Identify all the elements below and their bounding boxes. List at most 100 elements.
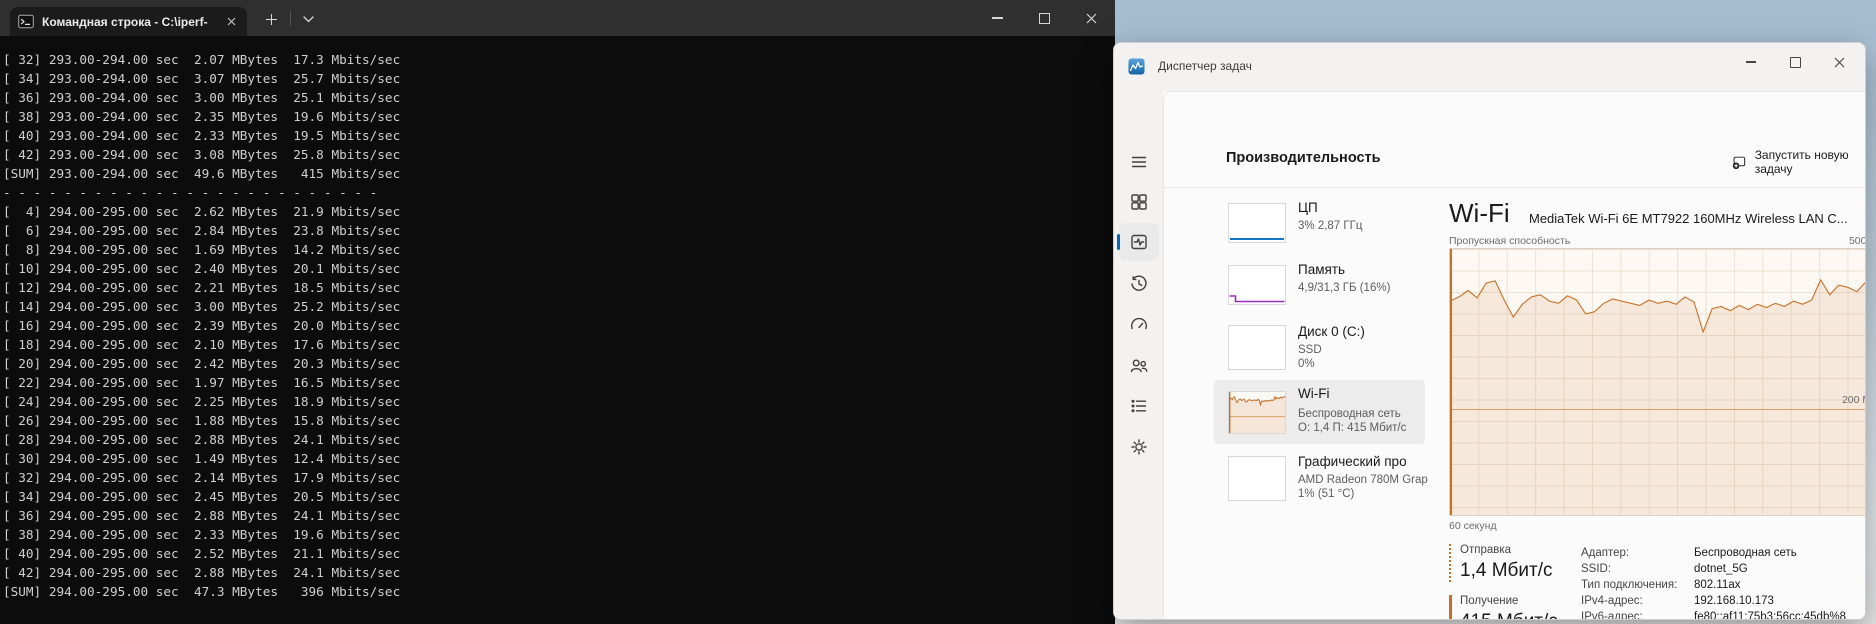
- tabbar-divider: [290, 11, 291, 26]
- taskman-titlebar[interactable]: Диспетчер задач: [1114, 43, 1865, 91]
- wifi-card-thumbnail[interactable]: [1228, 391, 1286, 434]
- terminal-line: [ 42] 294.00-295.00 sec 2.88 MBytes 24.1…: [3, 565, 401, 580]
- terminal-line: [ 10] 294.00-295.00 sec 2.40 MBytes 20.1…: [3, 261, 401, 276]
- taskman-main-panel: Производительность Запустить новую задач…: [1163, 91, 1865, 619]
- detail-value: fe80::af11:75b3:56cc:45db%8: [1694, 611, 1846, 620]
- terminal-line: [ 32] 294.00-295.00 sec 2.14 MBytes 17.9…: [3, 470, 401, 485]
- terminal-tab[interactable]: Командная строка - C:\iperf-: [10, 7, 247, 36]
- nav-performance[interactable]: [1117, 223, 1159, 261]
- memory-card-title[interactable]: Память: [1298, 262, 1345, 277]
- gpu-card-stats: 1% (51 °C): [1298, 488, 1355, 500]
- cpu-card-thumbnail[interactable]: [1228, 203, 1286, 243]
- nav-users[interactable]: [1119, 347, 1159, 385]
- cmd-icon: [18, 14, 34, 29]
- terminal-line: [ 28] 294.00-295.00 sec 2.88 MBytes 24.1…: [3, 432, 401, 447]
- chart-left-edge: [1450, 249, 1452, 515]
- gpu-card-name: AMD Radeon 780M Grap: [1298, 474, 1428, 486]
- services-cog-icon: [1131, 439, 1147, 455]
- terminal-line: [ 32] 293.00-294.00 sec 2.07 MBytes 17.3…: [3, 52, 401, 67]
- terminal-line: [ 18] 294.00-295.00 sec 2.10 MBytes 17.6…: [3, 337, 401, 352]
- memory-card-thumbnail[interactable]: [1228, 265, 1286, 305]
- terminal-line: [ 36] 294.00-295.00 sec 2.88 MBytes 24.1…: [3, 508, 401, 523]
- tab-close-icon[interactable]: [223, 14, 239, 30]
- taskman-maximize-button[interactable]: [1773, 45, 1817, 79]
- detail-value: 802.11ax: [1694, 579, 1741, 591]
- terminal-tab-title: Командная строка - C:\iperf-: [42, 14, 208, 29]
- page-title: Производительность: [1226, 150, 1381, 166]
- terminal-line: [ 36] 293.00-294.00 sec 3.00 MBytes 25.1…: [3, 90, 401, 105]
- disk-card-usage: 0%: [1298, 358, 1315, 370]
- receive-label: Получение: [1460, 595, 1519, 607]
- taskman-nav-rail: [1114, 91, 1163, 619]
- gpu-card-thumbnail[interactable]: [1228, 456, 1286, 501]
- send-stat: Отправка 1,4 Мбит/с: [1449, 544, 1579, 582]
- x-axis-left-label: 60 секунд: [1449, 520, 1497, 532]
- wifi-adapter-name: MediaTek Wi-Fi 6E MT7922 160MHz Wireless…: [1529, 211, 1848, 226]
- send-value: 1,4 Мбит/с: [1460, 560, 1553, 581]
- terminal-line: [ 38] 294.00-295.00 sec 2.33 MBytes 19.6…: [3, 527, 401, 542]
- detail-label: Адаптер:: [1581, 547, 1630, 559]
- terminal-line: [ 22] 294.00-295.00 sec 1.97 MBytes 16.5…: [3, 375, 401, 390]
- detail-value: dotnet_5G: [1694, 563, 1748, 575]
- memory-mini-chart: [1229, 295, 1285, 303]
- disk-card-thumbnail[interactable]: [1228, 325, 1286, 370]
- selected-accent-bar: [1117, 234, 1120, 250]
- terminal-line: [ 16] 294.00-295.00 sec 2.39 MBytes 20.0…: [3, 318, 401, 333]
- disk-card-title[interactable]: Диск 0 (C:): [1298, 324, 1365, 339]
- new-tab-button[interactable]: [258, 8, 284, 30]
- plus-icon: [265, 13, 277, 25]
- terminal-line: [ 24] 294.00-295.00 sec 2.25 MBytes 18.9…: [3, 394, 401, 409]
- terminal-line: [ 26] 294.00-295.00 sec 1.88 MBytes 15.8…: [3, 413, 401, 428]
- screen: Командная строка - C:\iperf- [ 32] 293.0…: [0, 0, 1876, 624]
- terminal-console[interactable]: [ 32] 293.00-294.00 sec 2.07 MBytes 17.3…: [0, 36, 1115, 624]
- terminal-titlebar[interactable]: Командная строка - C:\iperf-: [0, 0, 1115, 36]
- gpu-card-title[interactable]: Графический про: [1298, 454, 1407, 469]
- terminal-window: Командная строка - C:\iperf- [ 32] 293.0…: [0, 0, 1115, 624]
- terminal-line: [ 40] 294.00-295.00 sec 2.52 MBytes 21.1…: [3, 546, 401, 561]
- detail-value: Беспроводная сеть: [1694, 547, 1797, 559]
- nav-app-history[interactable]: [1119, 265, 1159, 303]
- nav-menu-button[interactable]: [1119, 143, 1159, 181]
- maximize-icon: [1039, 12, 1050, 24]
- tab-dropdown-button[interactable]: [296, 8, 320, 30]
- detail-label: Тип подключения:: [1581, 579, 1678, 591]
- terminal-line: [ 30] 294.00-295.00 sec 1.49 MBytes 12.4…: [3, 451, 401, 466]
- cpu-card-title[interactable]: ЦП: [1298, 200, 1318, 215]
- close-icon: [1086, 13, 1097, 23]
- terminal-line: [SUM] 294.00-295.00 sec 47.3 MBytes 396 …: [3, 584, 401, 599]
- nav-details[interactable]: [1119, 387, 1159, 425]
- hamburger-icon: [1131, 156, 1147, 168]
- terminal-line: [ 6] 294.00-295.00 sec 2.84 MBytes 23.8 …: [3, 223, 401, 238]
- run-new-task-label: Запустить новую задачу: [1754, 148, 1849, 176]
- wifi-card-title[interactable]: Wi-Fi: [1298, 386, 1329, 401]
- history-clock-icon: [1131, 275, 1147, 291]
- toolbar-rule: [1164, 187, 1865, 188]
- new-task-icon: [1732, 156, 1746, 169]
- terminal-line: [ 20] 294.00-295.00 sec 2.42 MBytes 20.3…: [3, 356, 401, 371]
- y-max-label: 500 Мбит/с: [1848, 235, 1866, 247]
- send-label: Отправка: [1460, 544, 1512, 556]
- detail-label: SSID:: [1581, 563, 1612, 575]
- wifi-throughput-chart: 200 Мбит/с: [1449, 248, 1865, 516]
- terminal-close-button[interactable]: [1068, 0, 1115, 36]
- wifi-mini-chart: [1228, 392, 1286, 433]
- terminal-line: - - - - - - - - - - - - - - - - - - - - …: [3, 185, 378, 200]
- terminal-line: [ 12] 294.00-295.00 sec 2.21 MBytes 18.5…: [3, 280, 401, 295]
- taskman-minimize-button[interactable]: [1729, 45, 1773, 79]
- nav-processes[interactable]: [1119, 183, 1159, 221]
- wifi-section-title: Wi-Fi: [1449, 198, 1510, 228]
- x-axis-right-label: 0: [1803, 520, 1865, 532]
- run-new-task-button[interactable]: Запустить новую задачу: [1732, 148, 1865, 176]
- maximize-icon: [1789, 56, 1801, 68]
- nav-services[interactable]: [1119, 428, 1159, 466]
- terminal-line: [SUM] 293.00-294.00 sec 49.6 MBytes 415 …: [3, 166, 401, 181]
- minimize-icon: [992, 17, 1003, 19]
- terminal-minimize-button[interactable]: [974, 0, 1021, 36]
- nav-startup-apps[interactable]: [1119, 306, 1159, 344]
- details-list-icon: [1131, 399, 1147, 413]
- terminal-maximize-button[interactable]: [1021, 0, 1068, 36]
- detail-label: IPv4-адрес:: [1581, 595, 1643, 607]
- taskman-close-button[interactable]: [1817, 45, 1861, 79]
- receive-stat: Получение 415 Мбит/с: [1449, 595, 1579, 619]
- terminal-line: [ 34] 294.00-295.00 sec 2.45 MBytes 20.5…: [3, 489, 401, 504]
